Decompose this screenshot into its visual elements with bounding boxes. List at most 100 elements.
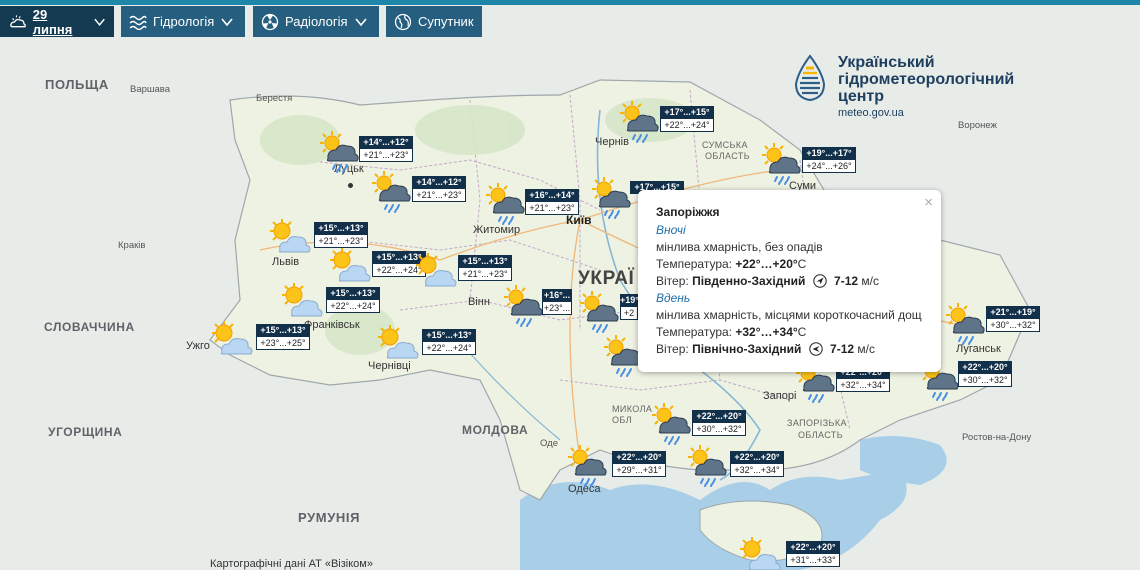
date-dropdown[interactable]: 29 липня [0,6,114,37]
day-temp: +21°...+23° [359,149,413,162]
forecast-temps: +15°...+13° +21°...+23° [458,255,512,281]
sun-cloud-rain-icon [314,130,362,174]
ukrhydromet-logo[interactable]: Український гідрометеорологічний центр m… [792,54,1014,119]
day-temp: +30°...+32° [692,423,746,436]
unit-celsius: C [797,257,807,271]
unit-celsius: C [797,325,807,339]
forecast-temps: +22°...+20° +29°...+31° [612,451,666,477]
satellite-button[interactable]: Супутник [386,6,482,37]
radiology-label: Радіологія [285,14,348,29]
chevron-down-icon [354,17,367,26]
sun-cloud-rain-icon [940,302,988,346]
forecast-temps: +15°...+13° +22°...+24° [326,287,380,313]
wind-direction-icon [812,274,827,288]
region-label: ОБЛ [612,415,633,425]
night-temp: +14°...+12° [359,136,413,149]
night-temp: +16°...+14° [525,189,579,202]
popup-day-wind-row: Вітер: Північно-Західний 7-12 м/с [656,341,929,358]
close-icon[interactable]: × [924,194,933,211]
night-temp: +22°...+20° [692,410,746,423]
forecast-temps: +16°... +23°... [542,289,572,315]
night-temp: +15°...+13° [326,287,380,300]
radiation-icon [261,13,279,30]
country-label-romania: РУМУНІЯ [298,510,361,525]
sun-cloud-icon [736,536,784,570]
forecast-temps: +22°...+20° +32°...+34° [730,451,784,477]
day-temp: +21°...+23° [458,268,512,281]
day-temp: +2 [620,307,638,320]
day-temp: +29°...+31° [612,464,666,477]
forecast-temps: +14°...+12° +21°...+23° [412,176,466,202]
sun-cloud-rain-icon [366,170,414,214]
day-temp: +24°...+26° [802,160,856,173]
country-label-poland: ПОЛЬЩА [45,77,109,92]
region-label: ОБЛАСТЬ [705,151,751,161]
chevron-down-icon [94,18,105,26]
sun-cloud-rain-icon [756,142,804,186]
forecast-popup: × Запоріжжя Вночі мінлива хмарність, без… [638,190,941,372]
sun-cloud-icon [278,282,326,326]
forecast-temps: +15°...+13° +23°...+25° [256,324,310,350]
forecast-temps: +22°...+20° +31°...+33° [786,541,840,567]
sun-cloud-icon [374,324,422,368]
night-temp: +17°...+15° [660,106,714,119]
country-label-ukraine: УКРАЇ [578,268,635,289]
night-temp-value: +22°…+20° [735,257,798,271]
region-label: ОБЛАСТЬ [798,430,844,440]
forecast-temps: +16°...+14° +21°...+23° [525,189,579,215]
sun-cloud-rain-icon [646,402,694,446]
day-wind-speed: 7-12 [830,342,855,356]
city-label-brest: Берестя [256,93,293,104]
day-temp: +21°...+23° [412,189,466,202]
night-temp: +22°...+20° [730,451,784,464]
popup-city: Запоріжжя [656,205,720,219]
country-label-hungary: УГОРЩИНА [48,425,123,439]
night-temp: +19° [620,294,639,307]
unit-ms: м/с [861,274,879,288]
popup-night-desc: мінлива хмарність, без опадів [656,240,823,254]
night-temp: +15°...+13° [422,329,476,342]
wind-direction-icon [808,342,823,356]
weather-sun-cloud-icon [10,14,26,27]
popup-day-desc: мінлива хмарність, місцями короткочасний… [656,308,922,322]
wind-label: Вітер: [656,342,689,356]
forecast-temps: +21°...+19° +30°...+32° [986,306,1040,332]
sun-cloud-rain-icon [586,176,634,220]
day-temp: +23°... [542,302,572,315]
day-temp: +21°...+23° [525,202,579,215]
chevron-down-icon [221,17,233,26]
hydrology-dropdown[interactable]: Гідрологія [121,6,245,37]
region-label: СУМСЬКА [702,140,748,150]
night-temp: +22°...+20° [958,361,1012,374]
day-temp: +31°...+33° [786,554,840,567]
night-temp: +14°...+12° [412,176,466,189]
country-label-moldova: МОЛДОВА [462,423,529,437]
date-label: 29 липня [32,6,73,37]
sun-cloud-rain-icon [498,284,546,328]
night-temp: +15°...+13° [256,324,310,337]
wind-label: Вітер: [656,274,689,288]
sun-cloud-rain-icon [614,100,662,144]
day-temp: +22°...+24° [326,300,380,313]
logo-line-1: Український [838,54,935,71]
day-temp: +22°...+24° [422,342,476,355]
day-wind-direction: Північно-Західний [692,342,802,356]
forecast-temps: +22°...+20° +30°...+32° [958,361,1012,387]
city-label-vinnytsia: Вінн [468,296,490,308]
day-temp: +30°...+32° [986,319,1040,332]
sun-cloud-rain-icon [562,444,610,488]
forecast-temps: +15°...+13° +22°...+24° [422,329,476,355]
radiology-dropdown[interactable]: Радіологія [253,6,379,37]
globe-icon [394,13,412,30]
night-temp: +15°...+13° [314,222,368,235]
city-label-krakow: Краків [118,240,146,251]
city-label-uzhhorod: Ужго [186,340,210,352]
night-wind-direction: Південно-Західний [692,274,806,288]
day-temp: +23°...+25° [256,337,310,350]
forecast-temps: +19°...+17° +24°...+26° [802,147,856,173]
sun-cloud-rain-icon [480,182,528,226]
popup-day-temp-row: Температура: +32°…+34°C [656,324,929,341]
satellite-label: Супутник [418,14,474,29]
map-attribution: Картографічні дані АТ «Візіком» [210,558,373,570]
temp-label: Температура: [656,325,733,339]
